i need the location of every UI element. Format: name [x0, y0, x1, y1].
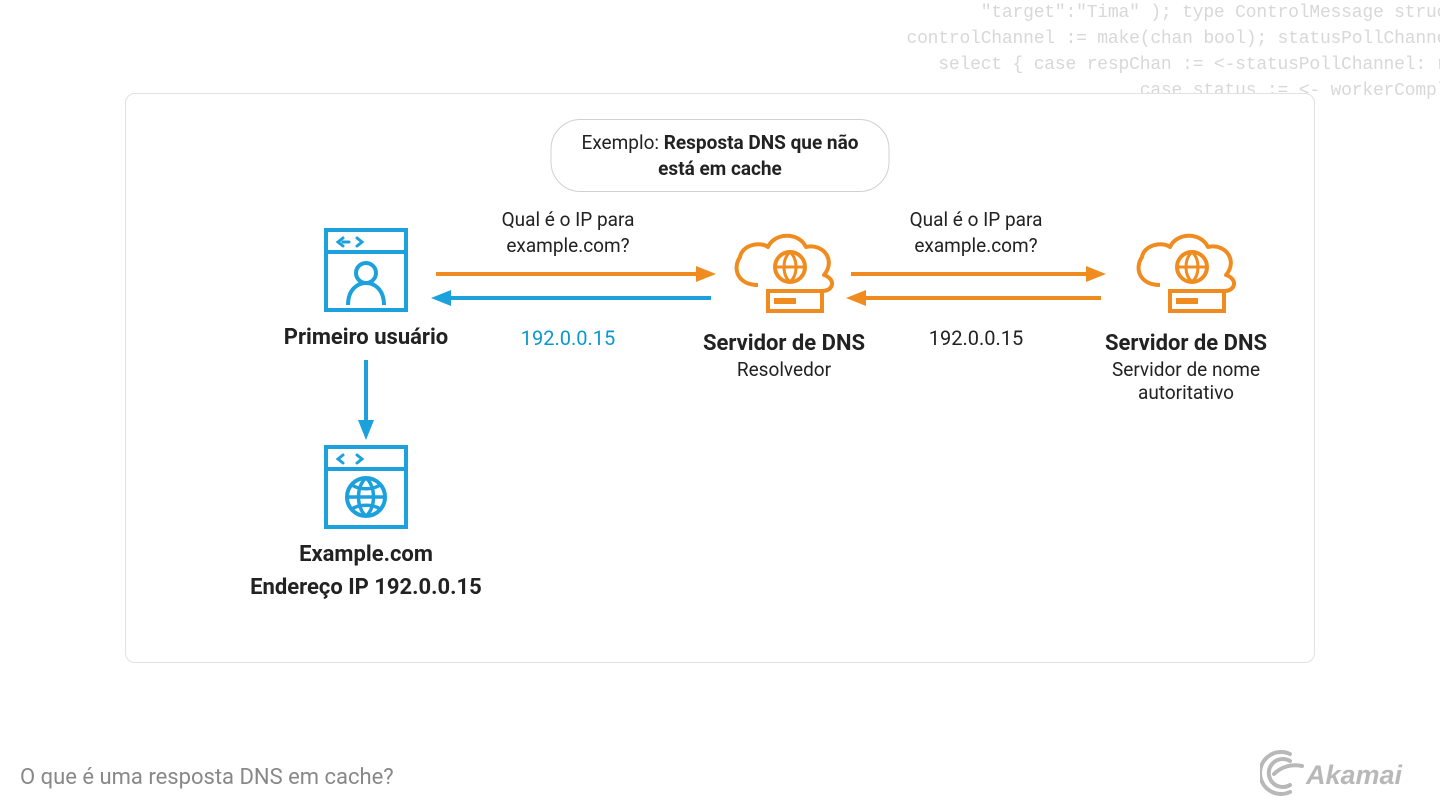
diagram-card: Exemplo: Resposta DNS que não está em ca… — [125, 93, 1315, 663]
node-website-label: Example.com — [231, 542, 501, 567]
node-first-user-label: Primeiro usuário — [256, 325, 476, 350]
response-label-1: 192.0.0.15 — [458, 326, 678, 350]
query1-line1: Qual é o IP para — [502, 208, 635, 231]
node-authoritative-label: Servidor de DNS — [1071, 331, 1301, 356]
node-website: Example.com Endereço IP 192.0.0.15 — [231, 444, 501, 600]
cloud-server-icon — [1126, 227, 1246, 323]
response-label-2: 192.0.0.15 — [866, 326, 1086, 350]
diagram-title-pill: Exemplo: Resposta DNS que não está em ca… — [551, 119, 890, 192]
title-bold-line1: Resposta DNS que não — [664, 131, 859, 154]
title-prefix: Exemplo: — [582, 131, 664, 154]
query-label-2: Qual é o IP para example.com? — [866, 207, 1086, 258]
node-authoritative-sublabel: Servidor de nome autoritativo — [1071, 358, 1301, 404]
arrow-user-website — [356, 360, 376, 444]
query-label-1: Qual é o IP para example.com? — [458, 207, 678, 258]
cloud-server-icon — [724, 227, 844, 323]
user-browser-icon — [323, 227, 409, 317]
query1-line2: example.com? — [506, 234, 629, 257]
globe-browser-icon — [323, 444, 409, 534]
query2-line1: Qual é o IP para — [910, 208, 1043, 231]
brand-logo: Akamai — [1260, 748, 1420, 796]
svg-text:Akamai: Akamai — [1305, 760, 1403, 790]
title-bold-line2: está em cache — [658, 157, 782, 180]
arrow-user-resolver — [431, 262, 716, 316]
arrow-resolver-authoritative — [846, 262, 1106, 316]
footer-question: O que é uma resposta DNS em cache? — [20, 765, 394, 790]
node-resolver-label: Servidor de DNS — [674, 331, 894, 356]
query2-line2: example.com? — [914, 234, 1037, 257]
node-website-sublabel: Endereço IP 192.0.0.15 — [231, 575, 501, 600]
node-resolver-sublabel: Resolvedor — [674, 358, 894, 381]
